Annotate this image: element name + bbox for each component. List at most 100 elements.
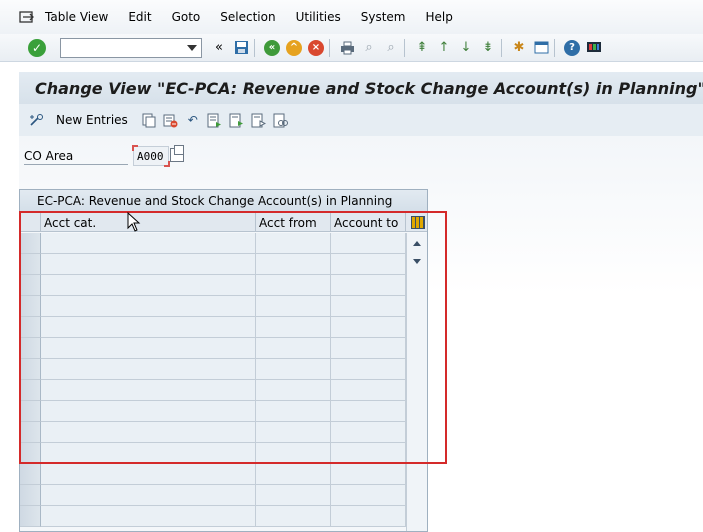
row-selector[interactable] xyxy=(20,254,41,275)
new-entries-button[interactable]: New Entries xyxy=(56,113,128,127)
cell-account-to[interactable] xyxy=(331,296,406,317)
row-selector[interactable] xyxy=(20,296,41,317)
cell-account-to[interactable] xyxy=(331,401,406,422)
row-selector[interactable] xyxy=(20,422,41,443)
exit-icon[interactable]: ^ xyxy=(285,39,303,57)
last-page-icon[interactable]: ⇟ xyxy=(479,39,497,57)
cell-acct-cat[interactable] xyxy=(41,506,256,527)
scroll-down-icon[interactable] xyxy=(413,259,421,264)
row-selector[interactable] xyxy=(20,317,41,338)
enter-check-icon[interactable]: ✓ xyxy=(28,38,46,57)
row-selector[interactable] xyxy=(20,359,41,380)
chevron-down-icon[interactable] xyxy=(187,44,197,51)
cell-acct-from[interactable] xyxy=(256,506,331,527)
row-selector[interactable] xyxy=(20,275,41,296)
menu-goto[interactable]: Goto xyxy=(172,10,201,24)
vertical-scrollbar[interactable] xyxy=(406,233,427,531)
menu-selection[interactable]: Selection xyxy=(220,10,275,24)
cell-acct-from[interactable] xyxy=(256,422,331,443)
cell-acct-cat[interactable] xyxy=(41,317,256,338)
back-icon[interactable]: « xyxy=(263,39,281,57)
first-page-icon[interactable]: ⇞ xyxy=(413,39,431,57)
cell-acct-from[interactable] xyxy=(256,380,331,401)
save-icon[interactable] xyxy=(232,39,250,57)
cell-acct-from[interactable] xyxy=(256,254,331,275)
menu-edit[interactable]: Edit xyxy=(128,10,151,24)
cell-acct-from[interactable] xyxy=(256,296,331,317)
cell-account-to[interactable] xyxy=(331,422,406,443)
cell-acct-from[interactable] xyxy=(256,317,331,338)
delete-icon[interactable] xyxy=(163,112,179,128)
select-all-column-header[interactable] xyxy=(20,213,41,232)
cell-acct-cat[interactable] xyxy=(41,296,256,317)
cell-account-to[interactable] xyxy=(331,485,406,506)
create-session-icon[interactable]: ✱ xyxy=(510,39,528,57)
cell-acct-from[interactable] xyxy=(256,401,331,422)
shortcut-icon[interactable] xyxy=(532,39,550,57)
row-selector[interactable] xyxy=(20,506,41,527)
deselect-all-icon[interactable] xyxy=(251,112,267,128)
row-selector[interactable] xyxy=(20,338,41,359)
select-block-icon[interactable] xyxy=(229,112,245,128)
cell-acct-cat[interactable] xyxy=(41,380,256,401)
cell-acct-from[interactable] xyxy=(256,338,331,359)
cell-acct-cat[interactable] xyxy=(41,422,256,443)
cell-account-to[interactable] xyxy=(331,380,406,401)
find-next-icon[interactable]: ⌕ xyxy=(382,39,400,57)
row-selector[interactable] xyxy=(20,380,41,401)
menu-icon[interactable] xyxy=(19,10,35,24)
menu-utilities[interactable]: Utilities xyxy=(296,10,341,24)
cell-acct-from[interactable] xyxy=(256,485,331,506)
cancel-icon[interactable]: × xyxy=(307,39,325,57)
cell-account-to[interactable] xyxy=(331,464,406,485)
column-header-acct-from[interactable]: Acct from xyxy=(256,213,331,232)
cell-acct-from[interactable] xyxy=(256,275,331,296)
column-header-account-to[interactable]: Account to xyxy=(331,213,406,232)
cell-acct-cat[interactable] xyxy=(41,443,256,464)
cell-acct-from[interactable] xyxy=(256,359,331,380)
print-icon[interactable] xyxy=(338,39,356,57)
row-selector[interactable] xyxy=(20,443,41,464)
menu-system[interactable]: System xyxy=(361,10,406,24)
cell-account-to[interactable] xyxy=(331,233,406,254)
cell-acct-from[interactable] xyxy=(256,443,331,464)
cell-acct-cat[interactable] xyxy=(41,485,256,506)
customize-layout-icon[interactable] xyxy=(585,39,603,57)
details-icon[interactable] xyxy=(273,112,289,128)
collapse-icon[interactable]: « xyxy=(210,39,228,57)
cell-acct-cat[interactable] xyxy=(41,275,256,296)
copy-as-icon[interactable] xyxy=(141,112,157,128)
next-page-icon[interactable]: ↓ xyxy=(457,39,475,57)
co-area-field[interactable]: A000 xyxy=(132,145,170,167)
help-icon[interactable]: ? xyxy=(563,39,581,57)
cell-account-to[interactable] xyxy=(331,275,406,296)
row-selector[interactable] xyxy=(20,464,41,485)
cell-acct-cat[interactable] xyxy=(41,359,256,380)
select-all-icon[interactable] xyxy=(207,112,223,128)
cell-acct-from[interactable] xyxy=(256,233,331,254)
row-selector[interactable] xyxy=(20,485,41,506)
command-field[interactable] xyxy=(60,37,202,58)
cell-acct-cat[interactable] xyxy=(41,254,256,275)
undo-icon[interactable]: ↶ xyxy=(185,112,201,128)
column-header-acct-cat[interactable]: Acct cat. xyxy=(41,213,256,232)
cell-acct-cat[interactable] xyxy=(41,464,256,485)
cell-acct-from[interactable] xyxy=(256,464,331,485)
find-icon[interactable]: ⌕ xyxy=(360,39,378,57)
row-selector[interactable] xyxy=(20,401,41,422)
menu-table-view[interactable]: Table View xyxy=(45,10,108,24)
row-selector[interactable] xyxy=(20,233,41,254)
cell-acct-cat[interactable] xyxy=(41,401,256,422)
cell-account-to[interactable] xyxy=(331,254,406,275)
cell-acct-cat[interactable] xyxy=(41,338,256,359)
previous-page-icon[interactable]: ↑ xyxy=(435,39,453,57)
cell-account-to[interactable] xyxy=(331,359,406,380)
cell-account-to[interactable] xyxy=(331,338,406,359)
cell-account-to[interactable] xyxy=(331,317,406,338)
display-change-icon[interactable] xyxy=(29,112,45,128)
cell-acct-cat[interactable] xyxy=(41,233,256,254)
table-settings-icon[interactable] xyxy=(406,213,427,232)
copy-icon[interactable] xyxy=(170,145,184,162)
cell-account-to[interactable] xyxy=(331,443,406,464)
scroll-up-icon[interactable] xyxy=(413,241,421,246)
